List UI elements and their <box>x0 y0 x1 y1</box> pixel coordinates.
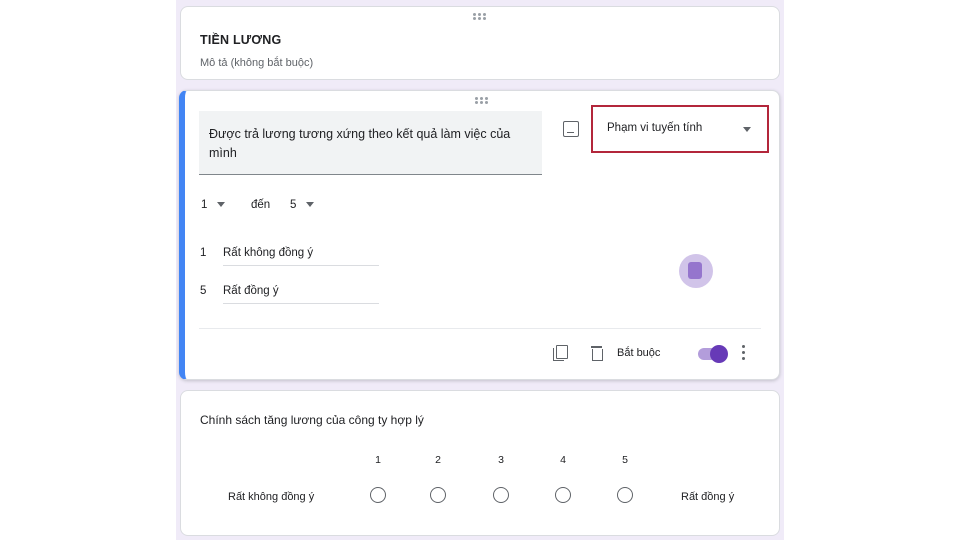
required-toggle[interactable] <box>698 345 728 363</box>
range-to-value: 5 <box>290 199 297 211</box>
scale-number: 5 <box>622 454 628 466</box>
range-to-word: đến <box>251 199 271 211</box>
section-title[interactable]: TIỀN LƯƠNG <box>200 33 281 47</box>
high-label-num: 5 <box>200 285 207 297</box>
scale-number: 2 <box>435 454 441 466</box>
scale-radio[interactable] <box>430 487 446 503</box>
question-card-preview[interactable]: Chính sách tăng lương của công ty hợp lý… <box>180 390 780 536</box>
delete-icon[interactable] <box>590 345 604 361</box>
scale-radio[interactable] <box>370 487 386 503</box>
image-icon[interactable] <box>563 121 579 137</box>
scale-number: 1 <box>375 454 381 466</box>
preview-low-label: Rất không đồng ý <box>228 491 315 503</box>
question-card-active[interactable]: Được trả lương tương xứng theo kết quả l… <box>179 90 780 380</box>
question-type-dropdown[interactable]: Phạm vi tuyến tính <box>591 105 769 153</box>
drag-handle-icon[interactable] <box>473 13 487 21</box>
low-label-num: 1 <box>200 247 207 259</box>
range-from-value: 1 <box>201 199 208 211</box>
scale-radio[interactable] <box>493 487 509 503</box>
scale-number: 3 <box>498 454 504 466</box>
chevron-down-icon <box>306 202 315 208</box>
required-label: Bắt buộc <box>617 347 661 359</box>
scale-radio[interactable] <box>617 487 633 503</box>
scale-radio[interactable] <box>555 487 571 503</box>
card-footer-divider <box>199 328 761 329</box>
dropdown-caret-icon <box>743 127 751 132</box>
form-canvas: TIỀN LƯƠNG Mô tả (không bắt buộc) Được t… <box>176 0 784 540</box>
toggle-knob <box>710 345 728 363</box>
range-from-select[interactable]: 1 <box>201 199 226 211</box>
section-description[interactable]: Mô tả (không bắt buộc) <box>200 57 313 69</box>
more-vert-icon[interactable] <box>742 345 746 361</box>
chevron-down-icon <box>217 202 226 208</box>
high-label-field[interactable]: Rất đồng ý <box>223 285 379 304</box>
question-text: Được trả lương tương xứng theo kết quả l… <box>209 127 511 160</box>
scale-number: 4 <box>560 454 566 466</box>
preview-question-title: Chính sách tăng lương của công ty hợp lý <box>200 413 424 427</box>
low-label-field[interactable]: Rất không đồng ý <box>223 247 379 266</box>
question-type-label: Phạm vi tuyến tính <box>607 122 703 134</box>
range-to-select[interactable]: 5 <box>290 199 315 211</box>
drag-handle-icon[interactable] <box>475 97 489 105</box>
question-input[interactable]: Được trả lương tương xứng theo kết quả l… <box>199 111 542 175</box>
copy-icon[interactable] <box>553 345 568 361</box>
addon-badge-icon[interactable] <box>679 254 713 288</box>
preview-high-label: Rất đồng ý <box>681 491 735 503</box>
section-header-card[interactable]: TIỀN LƯƠNG Mô tả (không bắt buộc) <box>180 6 780 80</box>
